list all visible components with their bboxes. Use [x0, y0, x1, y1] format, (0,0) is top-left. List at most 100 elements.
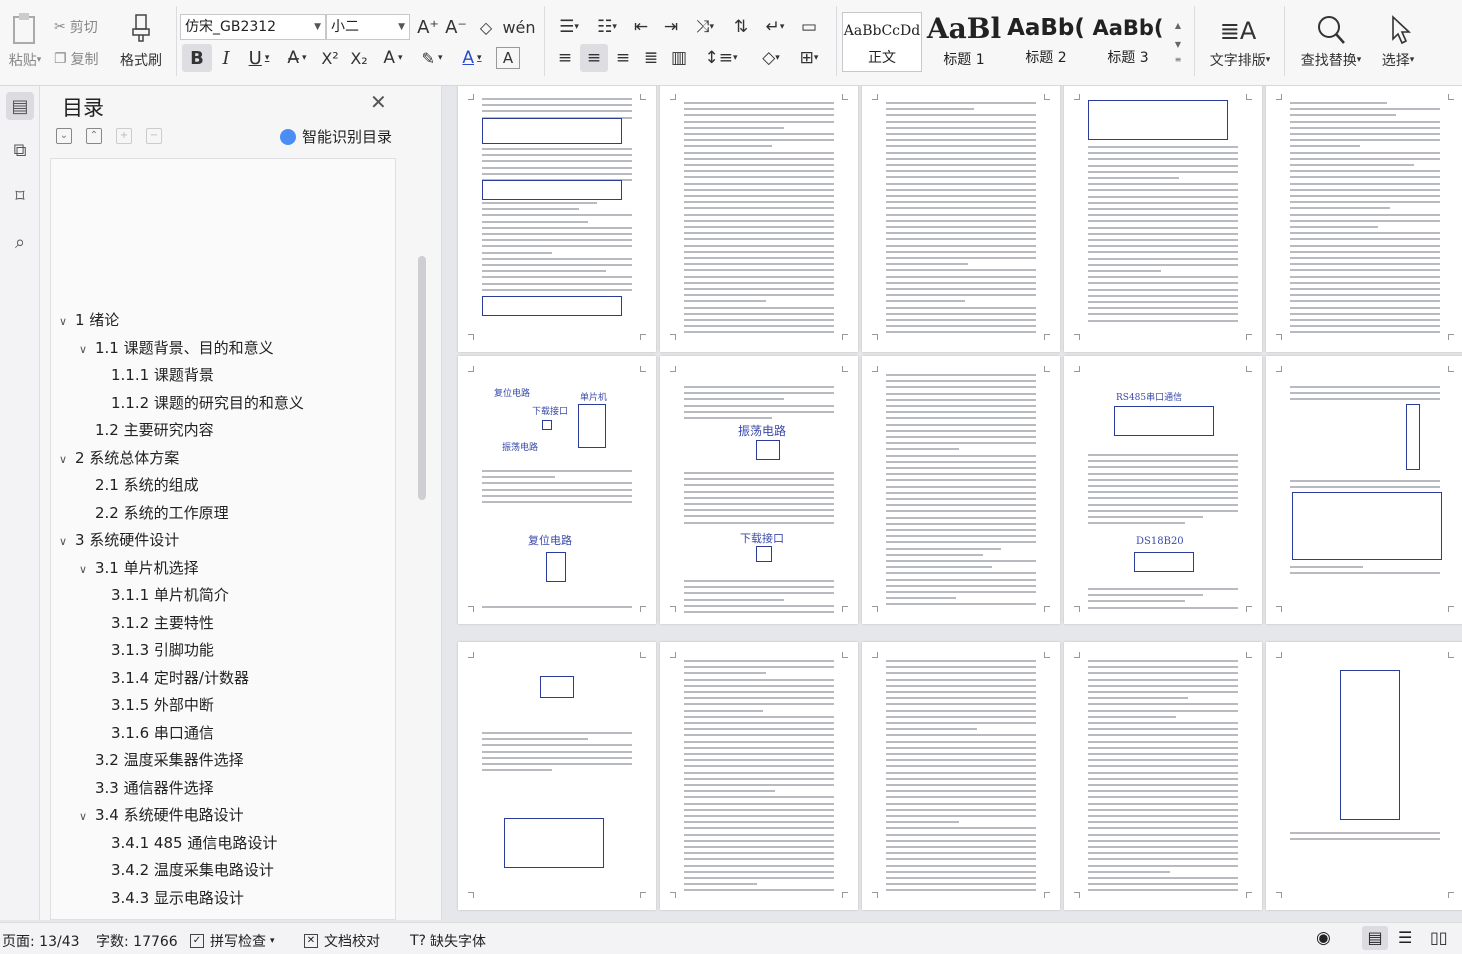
cut-button[interactable]: ✂ 剪切	[54, 16, 98, 38]
page-thumbnail[interactable]	[660, 86, 858, 352]
font-color-icon[interactable]: A ▾	[454, 44, 490, 72]
page-thumbnail[interactable]	[458, 86, 656, 352]
toc-item[interactable]: 3.4.1 485 通信电路设计	[111, 832, 277, 853]
highlight-icon[interactable]: ✎ ▾	[414, 44, 450, 72]
toc-item[interactable]: ∨ 1 绪论	[59, 309, 119, 330]
toc-item[interactable]: ∨ 3.1 单片机选择	[79, 557, 199, 578]
grow-font-icon[interactable]: A⁺	[416, 14, 440, 40]
increase-indent-icon[interactable]: ⇥	[658, 14, 684, 40]
toc-item[interactable]: ∨ 1.1 课题背景、目的和意义	[79, 337, 274, 358]
eye-protection-icon[interactable]: ◉	[1316, 928, 1331, 948]
style-heading-3[interactable]: AaBb( 标题 3	[1088, 12, 1168, 72]
toc-item[interactable]: 3.1.6 串口通信	[111, 722, 214, 743]
toc-item[interactable]: 1.2 主要研究内容	[79, 419, 214, 440]
chevron-down-icon[interactable]: ∨	[59, 535, 75, 548]
page-thumbnail[interactable]	[1266, 642, 1462, 910]
missing-font-button[interactable]: T? 缺失字体	[410, 931, 486, 951]
justify-icon[interactable]: ≣	[638, 44, 664, 72]
style-heading-1[interactable]: AaBl 标题 1	[924, 12, 1004, 72]
toc-item[interactable]: 3.1.1 单片机简介	[111, 584, 229, 605]
collapse-all-icon[interactable]: ⌄	[56, 128, 72, 144]
page-thumbnail[interactable]	[1064, 86, 1262, 352]
toc-item[interactable]: 3.1.3 引脚功能	[111, 639, 214, 660]
numbered-list-icon[interactable]: ☷ ▾	[590, 14, 624, 40]
pinyin-icon[interactable]: wén	[502, 14, 536, 40]
chevron-down-icon[interactable]: ∨	[59, 315, 75, 328]
style-normal[interactable]: AaBbCcDd 正文	[842, 12, 922, 72]
expand-up-icon[interactable]: ⌃	[86, 128, 102, 144]
page-thumbnail[interactable]	[862, 86, 1060, 352]
page-thumbnail[interactable]	[1064, 642, 1262, 910]
shrink-font-icon[interactable]: A⁻	[444, 14, 468, 40]
page-indicator[interactable]: 页面: 13/43	[2, 931, 80, 951]
page-thumbnail[interactable]	[862, 356, 1060, 624]
bullet-list-icon[interactable]: ☰ ▾	[552, 14, 586, 40]
toc-item[interactable]: 3.4.2 温度采集电路设计	[111, 859, 274, 880]
format-painter-icon[interactable]	[118, 12, 164, 44]
table-ruler-icon[interactable]: ▭	[796, 14, 822, 40]
navigation-icon[interactable]: ⧉	[6, 136, 34, 164]
toc-item[interactable]: 2.1 系统的组成	[79, 474, 199, 495]
toc-item[interactable]: 3.3 通信器件选择	[79, 777, 214, 798]
text-direction-icon[interactable]: ⤨ ▾	[688, 14, 722, 40]
reading-view-icon[interactable]: ▯▯	[1430, 928, 1448, 947]
spell-check-button[interactable]: ✓ 拼写检查 ▾	[190, 931, 275, 951]
close-icon[interactable]: ✕	[370, 90, 387, 114]
paste-icon[interactable]	[6, 10, 42, 46]
page-view-icon[interactable]: ▤	[1362, 926, 1388, 950]
distribute-icon[interactable]: ▥	[666, 44, 692, 72]
sort-icon[interactable]: ⇅	[728, 14, 754, 40]
toc-item[interactable]: 1.1.2 课题的研究目的和意义	[111, 392, 304, 413]
shading-icon[interactable]: ◇ ▾	[754, 44, 788, 72]
toc-item[interactable]: ∨ 3 系统硬件设计	[59, 529, 179, 550]
chevron-down-icon[interactable]: ∨	[79, 810, 95, 823]
page-thumbnail[interactable]: 振荡电路 下载接口	[660, 356, 858, 624]
format-painter-button[interactable]: 格式刷	[114, 50, 168, 70]
find-replace-button[interactable]: 查找替换 ▾	[1294, 50, 1368, 70]
toc-item[interactable]: 3.4.3 显示电路设计	[111, 887, 244, 908]
styles-scroll[interactable]: ▲ ▼ ≡	[1170, 14, 1186, 70]
page-thumbnail[interactable]	[862, 642, 1060, 910]
toc-item[interactable]: ∨ 2 系统总体方案	[59, 447, 179, 468]
toc-item[interactable]: 3.2 温度采集器件选择	[79, 749, 244, 770]
toc-panel-icon[interactable]: ▤	[6, 92, 34, 120]
align-left-icon[interactable]: ≡	[552, 44, 578, 72]
line-spacing-icon[interactable]: ↕≡ ▾	[704, 44, 738, 72]
bookmark-icon[interactable]: ⌑	[6, 182, 34, 210]
borders-icon[interactable]: ⊞ ▾	[792, 44, 826, 72]
toc-item[interactable]: ∨ 3.4 系统硬件电路设计	[79, 804, 244, 825]
page-thumbnail[interactable]	[1266, 86, 1462, 352]
superscript-icon[interactable]: X²	[318, 44, 342, 72]
toc-item[interactable]: 3.1.4 定时器/计数器	[111, 667, 249, 688]
remove-heading-icon[interactable]: −	[146, 128, 162, 144]
toc-item[interactable]: 1.1.1 课题背景	[111, 364, 214, 385]
page-thumbnail[interactable]	[458, 642, 656, 910]
smart-toc-button[interactable]: 智能识别目录	[280, 126, 392, 147]
outline-view-icon[interactable]: ☰	[1398, 928, 1412, 947]
page-thumbnail[interactable]	[1266, 356, 1462, 624]
add-heading-icon[interactable]: +	[116, 128, 132, 144]
toc-scrollbar[interactable]	[418, 256, 426, 500]
decrease-indent-icon[interactable]: ⇤	[628, 14, 654, 40]
text-layout-button[interactable]: 文字排版 ▾	[1200, 50, 1280, 70]
page-thumbnail[interactable]: RS485串口通信 DS18B20	[1064, 356, 1262, 624]
page-thumbnail[interactable]	[660, 642, 858, 910]
bold-button[interactable]: B	[182, 44, 212, 72]
text-effect-icon[interactable]: A ▾	[376, 44, 410, 72]
toc-item[interactable]: 2.2 系统的工作原理	[79, 502, 229, 523]
paragraph-mark-icon[interactable]: ↵ ▾	[758, 14, 792, 40]
doc-proof-button[interactable]: ✕ 文档校对	[304, 931, 380, 951]
align-center-icon[interactable]: ≡	[580, 44, 608, 72]
underline-button[interactable]: U ▾	[242, 44, 276, 72]
page-thumbnail[interactable]: 复位电路 单片机 下载接口 振荡电路 复位电路	[458, 356, 656, 624]
font-size-select[interactable]: 小二 ▼	[326, 14, 410, 40]
italic-button[interactable]: I	[214, 44, 238, 72]
subscript-icon[interactable]: X₂	[346, 44, 372, 72]
word-count[interactable]: 字数: 17766	[96, 931, 178, 951]
char-border-icon[interactable]: A	[496, 47, 520, 69]
align-right-icon[interactable]: ≡	[610, 44, 636, 72]
font-name-select[interactable]: 仿宋_GB2312 ▼	[180, 14, 326, 40]
search-icon[interactable]: ⌕	[6, 228, 34, 256]
style-heading-2[interactable]: AaBb( 标题 2	[1006, 12, 1086, 72]
strikethrough-icon[interactable]: A̶ ▾	[280, 44, 314, 72]
